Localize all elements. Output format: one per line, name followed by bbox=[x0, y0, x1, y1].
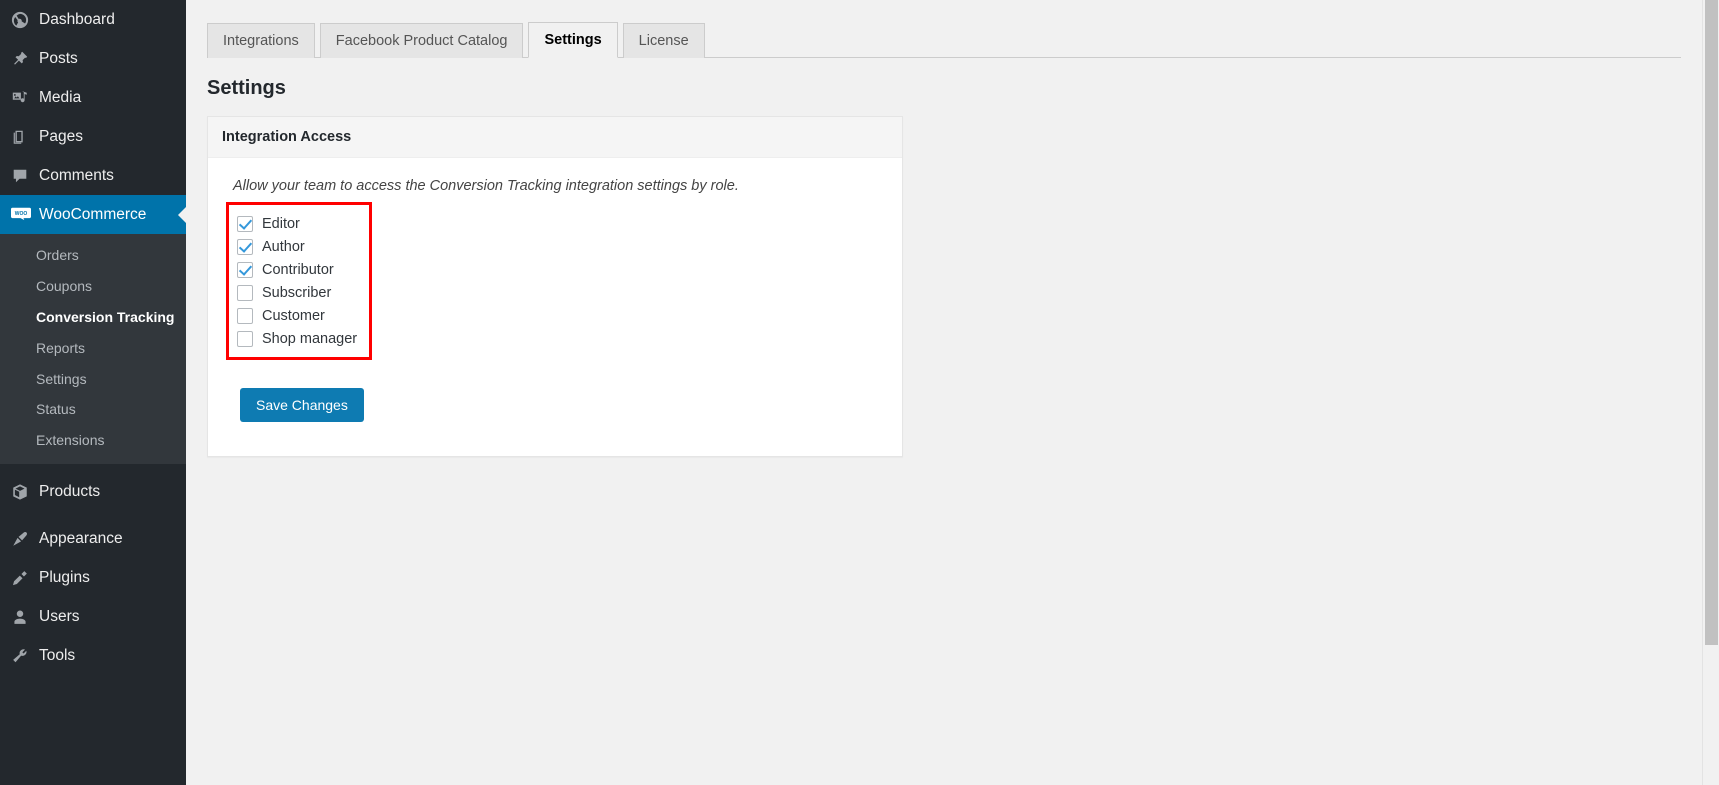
role-label: Customer bbox=[262, 308, 325, 324]
sidebar-item-label: Pages bbox=[39, 128, 83, 146]
sidebar-item-label: Products bbox=[39, 483, 100, 501]
integration-access-card: Integration Access Allow your team to ac… bbox=[207, 116, 903, 457]
checkbox-box[interactable] bbox=[237, 262, 253, 278]
role-checkbox-subscriber[interactable]: Subscriber bbox=[237, 281, 357, 304]
role-label: Subscriber bbox=[262, 285, 331, 301]
user-icon bbox=[11, 608, 37, 626]
checkbox-box[interactable] bbox=[237, 331, 253, 347]
pin-icon bbox=[11, 50, 37, 68]
tab-integrations[interactable]: Integrations bbox=[207, 23, 315, 58]
plug-icon bbox=[11, 569, 37, 587]
woocommerce-submenu: Orders Coupons Conversion Tracking Repor… bbox=[0, 234, 186, 464]
role-label: Author bbox=[262, 239, 305, 255]
sidebar-item-pages[interactable]: Pages bbox=[0, 117, 186, 156]
sidebar-item-label: Comments bbox=[39, 167, 114, 185]
sidebar-divider-2 bbox=[0, 511, 186, 519]
media-icon bbox=[11, 89, 37, 107]
sidebar-item-dashboard[interactable]: Dashboard bbox=[0, 0, 186, 39]
sidebar-item-label: Users bbox=[39, 608, 79, 626]
submenu-item-orders[interactable]: Orders bbox=[0, 240, 186, 271]
tab-settings[interactable]: Settings bbox=[528, 22, 617, 58]
sidebar-item-plugins[interactable]: Plugins bbox=[0, 558, 186, 597]
dashboard-icon bbox=[11, 11, 37, 29]
card-body: Allow your team to access the Conversion… bbox=[208, 158, 902, 456]
sidebar-item-posts[interactable]: Posts bbox=[0, 39, 186, 78]
sidebar-item-products[interactable]: Products bbox=[0, 472, 186, 511]
sidebar-item-appearance[interactable]: Appearance bbox=[0, 519, 186, 558]
role-label: Shop manager bbox=[262, 331, 357, 347]
pages-icon bbox=[11, 128, 37, 146]
submenu-item-status[interactable]: Status bbox=[0, 394, 186, 425]
sidebar-item-label: Appearance bbox=[39, 530, 123, 548]
sidebar-item-label: Plugins bbox=[39, 569, 90, 587]
role-label: Contributor bbox=[262, 262, 334, 278]
save-changes-button[interactable]: Save Changes bbox=[240, 388, 364, 422]
card-heading: Integration Access bbox=[208, 117, 902, 158]
checkbox-box[interactable] bbox=[237, 308, 253, 324]
woocommerce-icon: WOO bbox=[11, 206, 37, 224]
sidebar-item-woocommerce[interactable]: WOO WooCommerce bbox=[0, 195, 186, 234]
checkbox-box[interactable] bbox=[237, 216, 253, 232]
submenu-item-conversion-tracking[interactable]: Conversion Tracking bbox=[0, 302, 186, 333]
tab-license[interactable]: License bbox=[623, 23, 705, 58]
role-checkbox-editor[interactable]: Editor bbox=[237, 212, 357, 235]
sidebar-item-label: Tools bbox=[39, 647, 75, 665]
settings-tab-bar: Integrations Facebook Product Catalog Se… bbox=[207, 20, 1681, 58]
submenu-item-settings[interactable]: Settings bbox=[0, 364, 186, 395]
submenu-item-extensions[interactable]: Extensions bbox=[0, 425, 186, 456]
checkbox-box[interactable] bbox=[237, 285, 253, 301]
admin-sidebar: Dashboard Posts Media Pages Comments WOO bbox=[0, 0, 186, 785]
role-checkbox-contributor[interactable]: Contributor bbox=[237, 258, 357, 281]
submenu-item-coupons[interactable]: Coupons bbox=[0, 271, 186, 302]
sidebar-item-media[interactable]: Media bbox=[0, 78, 186, 117]
sidebar-item-comments[interactable]: Comments bbox=[0, 156, 186, 195]
sidebar-item-label: Media bbox=[39, 89, 81, 107]
page-scrollbar[interactable] bbox=[1702, 0, 1719, 785]
scrollbar-thumb[interactable] bbox=[1705, 0, 1718, 645]
page-title: Settings bbox=[207, 77, 1719, 100]
wrench-icon bbox=[11, 647, 37, 665]
role-checkbox-shop-manager[interactable]: Shop manager bbox=[237, 327, 357, 350]
main-content: Integrations Facebook Product Catalog Se… bbox=[186, 0, 1719, 785]
sidebar-item-label: WooCommerce bbox=[39, 206, 146, 224]
role-label: Editor bbox=[262, 216, 300, 232]
card-description: Allow your team to access the Conversion… bbox=[233, 178, 886, 194]
sidebar-item-users[interactable]: Users bbox=[0, 597, 186, 636]
role-checkbox-customer[interactable]: Customer bbox=[237, 304, 357, 327]
role-checkbox-author[interactable]: Author bbox=[237, 235, 357, 258]
sidebar-item-tools[interactable]: Tools bbox=[0, 636, 186, 675]
sidebar-item-label: Posts bbox=[39, 50, 78, 68]
sidebar-item-label: Dashboard bbox=[39, 11, 115, 29]
svg-text:WOO: WOO bbox=[15, 211, 28, 217]
sidebar-divider bbox=[0, 464, 186, 472]
product-box-icon bbox=[11, 483, 37, 501]
role-checkbox-group-highlight: Editor Author Contributor Subscriber bbox=[226, 202, 372, 360]
checkbox-box[interactable] bbox=[237, 239, 253, 255]
comments-icon bbox=[11, 167, 37, 185]
paintbrush-icon bbox=[11, 530, 37, 548]
tab-facebook-product-catalog[interactable]: Facebook Product Catalog bbox=[320, 23, 524, 58]
submenu-item-reports[interactable]: Reports bbox=[0, 333, 186, 364]
